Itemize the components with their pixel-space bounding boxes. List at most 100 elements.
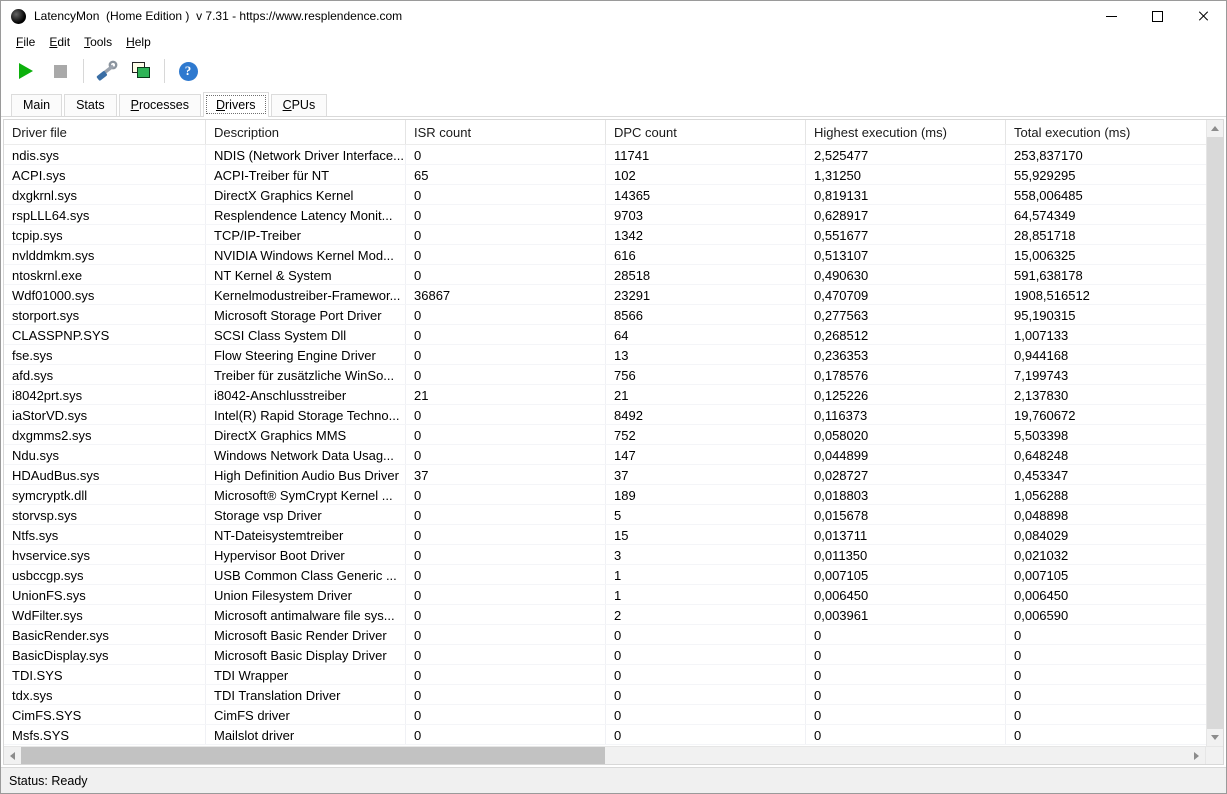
cell-dpc-count: 64	[606, 325, 806, 344]
menu-tools[interactable]: Tools	[77, 32, 119, 52]
cell-isr-count: 0	[406, 545, 606, 564]
vertical-scrollbar[interactable]	[1206, 120, 1223, 746]
cell-description: Storage vsp Driver	[206, 505, 406, 524]
table-row[interactable]: hvservice.sys Hypervisor Boot Driver 0 3…	[4, 545, 1206, 565]
stop-monitor-button[interactable]	[45, 57, 75, 85]
table-row[interactable]: dxgkrnl.sys DirectX Graphics Kernel 0 14…	[4, 185, 1206, 205]
start-monitor-button[interactable]	[11, 57, 41, 85]
cell-isr-count: 0	[406, 205, 606, 224]
minimize-button[interactable]	[1088, 1, 1134, 31]
cell-driver-file: i8042prt.sys	[4, 385, 206, 404]
cell-highest-execution: 2,525477	[806, 145, 1006, 164]
cell-isr-count: 0	[406, 725, 606, 744]
cell-driver-file: Msfs.SYS	[4, 725, 206, 744]
tab-stats[interactable]: Stats	[64, 94, 117, 116]
column-header-dpc-count[interactable]: DPC count	[606, 120, 806, 144]
cell-description: NVIDIA Windows Kernel Mod...	[206, 245, 406, 264]
table-row[interactable]: tdx.sys TDI Translation Driver 0 0 0 0	[4, 685, 1206, 705]
table-row[interactable]: storport.sys Microsoft Storage Port Driv…	[4, 305, 1206, 325]
column-header-isr-count[interactable]: ISR count	[406, 120, 606, 144]
cell-dpc-count: 14365	[606, 185, 806, 204]
menu-file[interactable]: File	[9, 32, 42, 52]
column-header-total-execution[interactable]: Total execution (ms)	[1006, 120, 1206, 144]
cell-description: TCP/IP-Treiber	[206, 225, 406, 244]
table-row[interactable]: ACPI.sys ACPI-Treiber für NT 65 102 1,31…	[4, 165, 1206, 185]
tab-bar: Main Stats Processes Drivers CPUs	[1, 89, 1226, 117]
table-row[interactable]: Ndu.sys Windows Network Data Usag... 0 1…	[4, 445, 1206, 465]
table-row[interactable]: storvsp.sys Storage vsp Driver 0 5 0,015…	[4, 505, 1206, 525]
column-header-driver-file[interactable]: Driver file	[4, 120, 206, 144]
table-row[interactable]: Ntfs.sys NT-Dateisystemtreiber 0 15 0,01…	[4, 525, 1206, 545]
horizontal-scroll-thumb[interactable]	[21, 747, 605, 764]
table-row[interactable]: i8042prt.sys i8042-Anschlusstreiber 21 2…	[4, 385, 1206, 405]
drivers-list: Driver file Description ISR count DPC co…	[3, 119, 1224, 765]
options-button[interactable]	[92, 57, 122, 85]
view-windows-button[interactable]	[126, 57, 156, 85]
tab-cpus[interactable]: CPUs	[271, 94, 328, 116]
table-row[interactable]: CLASSPNP.SYS SCSI Class System Dll 0 64 …	[4, 325, 1206, 345]
horizontal-scrollbar[interactable]	[4, 747, 1205, 764]
cell-total-execution: 0	[1006, 665, 1206, 684]
title-bar: LatencyMon (Home Edition ) v 7.31 - http…	[1, 1, 1226, 31]
cell-total-execution: 0,084029	[1006, 525, 1206, 544]
cell-highest-execution: 0,006450	[806, 585, 1006, 604]
cell-total-execution: 5,503398	[1006, 425, 1206, 444]
cell-highest-execution: 0,268512	[806, 325, 1006, 344]
table-row[interactable]: Msfs.SYS Mailslot driver 0 0 0 0	[4, 725, 1206, 745]
table-row[interactable]: BasicDisplay.sys Microsoft Basic Display…	[4, 645, 1206, 665]
table-row[interactable]: HDAudBus.sys High Definition Audio Bus D…	[4, 465, 1206, 485]
cell-highest-execution: 0	[806, 665, 1006, 684]
cell-driver-file: storport.sys	[4, 305, 206, 324]
scroll-up-icon[interactable]	[1207, 120, 1223, 137]
table-row[interactable]: UnionFS.sys Union Filesystem Driver 0 1 …	[4, 585, 1206, 605]
vertical-scroll-thumb[interactable]	[1207, 137, 1223, 729]
cell-isr-count: 0	[406, 605, 606, 624]
scroll-right-icon[interactable]	[1188, 747, 1205, 764]
scroll-down-icon[interactable]	[1207, 729, 1223, 746]
tab-processes[interactable]: Processes	[119, 94, 201, 116]
cell-dpc-count: 15	[606, 525, 806, 544]
help-button[interactable]	[173, 57, 203, 85]
cell-description: NT Kernel & System	[206, 265, 406, 284]
cell-highest-execution: 0	[806, 725, 1006, 744]
cell-total-execution: 253,837170	[1006, 145, 1206, 164]
table-row[interactable]: nvlddmkm.sys NVIDIA Windows Kernel Mod..…	[4, 245, 1206, 265]
cell-highest-execution: 0,007105	[806, 565, 1006, 584]
column-header-highest-execution[interactable]: Highest execution (ms)	[806, 120, 1006, 144]
horizontal-scroll-track[interactable]	[21, 747, 1188, 764]
table-row[interactable]: fse.sys Flow Steering Engine Driver 0 13…	[4, 345, 1206, 365]
table-row[interactable]: WdFilter.sys Microsoft antimalware file …	[4, 605, 1206, 625]
scrollbar-corner	[1205, 747, 1223, 764]
tab-main[interactable]: Main	[11, 94, 62, 116]
maximize-button[interactable]	[1134, 1, 1180, 31]
cell-driver-file: dxgkrnl.sys	[4, 185, 206, 204]
table-row[interactable]: ntoskrnl.exe NT Kernel & System 0 28518 …	[4, 265, 1206, 285]
scroll-left-icon[interactable]	[4, 747, 21, 764]
cell-highest-execution: 0,513107	[806, 245, 1006, 264]
table-row[interactable]: afd.sys Treiber für zusätzliche WinSo...…	[4, 365, 1206, 385]
cell-dpc-count: 2	[606, 605, 806, 624]
cell-highest-execution: 0,819131	[806, 185, 1006, 204]
cell-driver-file: Ndu.sys	[4, 445, 206, 464]
table-row[interactable]: tcpip.sys TCP/IP-Treiber 0 1342 0,551677…	[4, 225, 1206, 245]
table-row[interactable]: rspLLL64.sys Resplendence Latency Monit.…	[4, 205, 1206, 225]
cell-driver-file: HDAudBus.sys	[4, 465, 206, 484]
list-header: Driver file Description ISR count DPC co…	[4, 120, 1206, 145]
table-row[interactable]: symcryptk.dll Microsoft® SymCrypt Kernel…	[4, 485, 1206, 505]
table-row[interactable]: usbccgp.sys USB Common Class Generic ...…	[4, 565, 1206, 585]
table-row[interactable]: dxgmms2.sys DirectX Graphics MMS 0 752 0…	[4, 425, 1206, 445]
column-header-description[interactable]: Description	[206, 120, 406, 144]
table-row[interactable]: iaStorVD.sys Intel(R) Rapid Storage Tech…	[4, 405, 1206, 425]
cell-total-execution: 0	[1006, 685, 1206, 704]
menu-help[interactable]: Help	[119, 32, 158, 52]
table-row[interactable]: TDI.SYS TDI Wrapper 0 0 0 0	[4, 665, 1206, 685]
table-row[interactable]: BasicRender.sys Microsoft Basic Render D…	[4, 625, 1206, 645]
tab-drivers[interactable]: Drivers	[203, 92, 269, 117]
table-row[interactable]: CimFS.SYS CimFS driver 0 0 0 0	[4, 705, 1206, 725]
close-button[interactable]	[1180, 1, 1226, 31]
table-row[interactable]: Wdf01000.sys Kernelmodustreiber-Framewor…	[4, 285, 1206, 305]
table-row[interactable]: ndis.sys NDIS (Network Driver Interface.…	[4, 145, 1206, 165]
menu-edit[interactable]: Edit	[42, 32, 77, 52]
cell-isr-count: 36867	[406, 285, 606, 304]
toolbar-separator	[164, 59, 165, 83]
